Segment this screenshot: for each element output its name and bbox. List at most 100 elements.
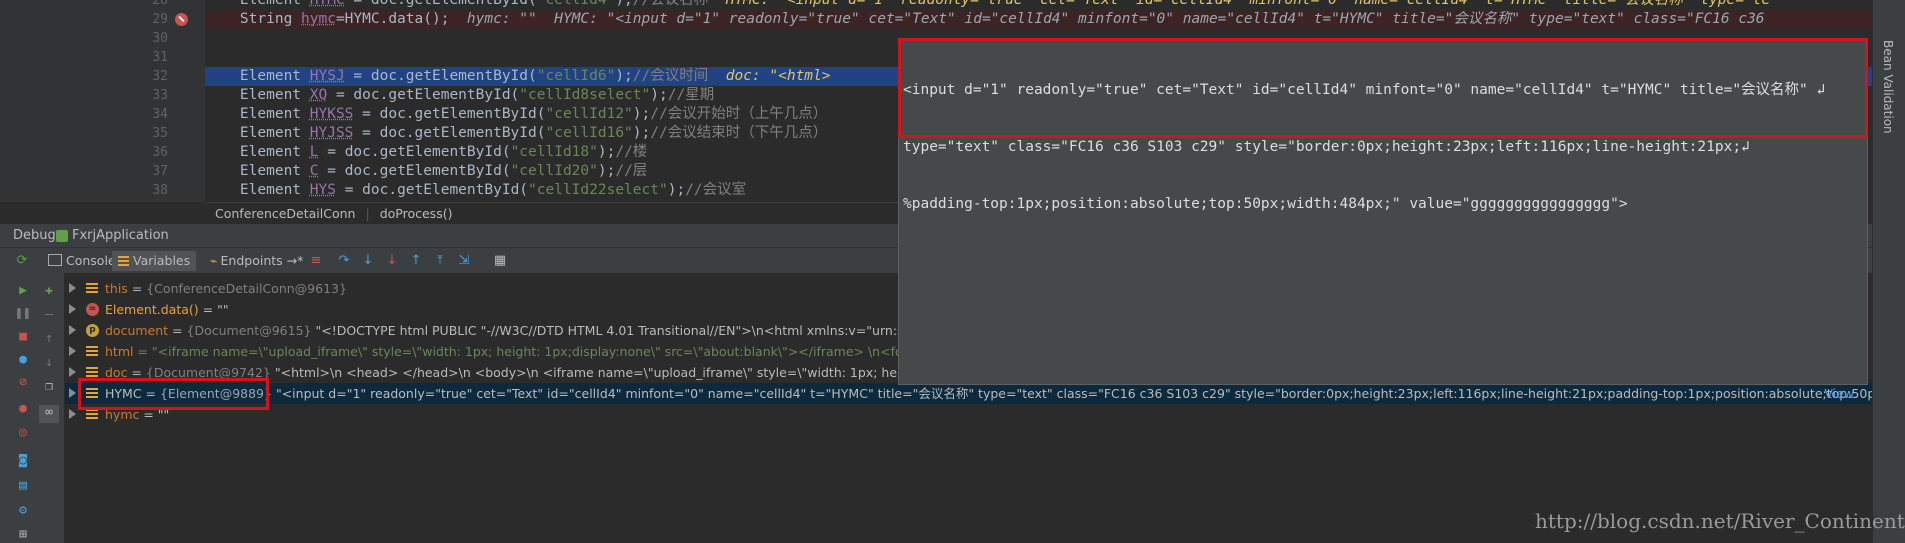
line-number: 32 [152, 69, 168, 84]
code-token: C [309, 163, 319, 179]
endpoints-icon: ⌁ [210, 253, 218, 268]
variable-name: html [105, 344, 134, 359]
run-config-name[interactable]: FxrjApplication [72, 224, 169, 248]
expand-arrow-icon[interactable] [69, 283, 76, 293]
code-token: Element [205, 182, 310, 198]
tab-endpoints[interactable]: ⌁ Endpoints →* [204, 251, 309, 271]
expand-arrow-icon[interactable] [69, 409, 76, 419]
gutter-line[interactable]: 30 [0, 29, 205, 48]
run-to-cursor-icon[interactable]: ⇲ [456, 253, 472, 269]
settings-icon[interactable]: ⚙ [15, 503, 31, 519]
gutter-line[interactable]: 35 [0, 124, 205, 143]
spring-boot-icon [56, 230, 68, 242]
mute-breakpoints-icon[interactable]: ⊘ [15, 375, 31, 391]
code-token: ); [632, 125, 651, 141]
field-icon [86, 346, 98, 357]
value-tooltip-popup: <input d="1" readonly="true" cet="Text" … [898, 38, 1868, 385]
variable-value: = "" [143, 407, 170, 422]
field-icon [86, 409, 98, 420]
code-token: HYMC [309, 0, 345, 8]
step-into-icon[interactable]: ↓ [360, 253, 376, 269]
move-down-icon[interactable]: ↓ [41, 355, 57, 371]
show-watches-icon[interactable]: ∞ [39, 405, 59, 423]
gutter-line[interactable]: 29 [0, 10, 205, 29]
drop-frame-icon[interactable]: ⤒ [432, 253, 448, 269]
code-token: = doc.getElementById( [327, 87, 520, 103]
variable-name: Element.data() [105, 302, 199, 317]
evaluate-expression-icon[interactable]: ▦ [492, 253, 508, 269]
code-token: ); [615, 68, 633, 84]
view-breakpoints-icon[interactable]: ● [15, 352, 31, 368]
move-up-icon[interactable]: ↑ [41, 331, 57, 347]
new-watch-icon[interactable]: ✚ [41, 283, 57, 299]
field-icon [86, 367, 98, 378]
debug-title: Debug [13, 228, 56, 243]
code-token: Element [205, 163, 310, 179]
breakpoint-invalid-icon[interactable] [175, 13, 188, 26]
code-token: "cellId18" [510, 144, 598, 160]
code-token: Element [205, 144, 310, 160]
field-icon [86, 388, 98, 399]
breadcrumb-class[interactable]: ConferenceDetailConn [205, 206, 365, 221]
line-number: 28 [152, 0, 168, 8]
debug-actions-strip: ▶ ❚❚ ■ ● ⊘ ● ◎ ◙ ▤ ⚙ ⊞ ✚ — ↑ ↓ ❐ ∞ [15, 273, 65, 543]
remove-watch-icon[interactable]: — [41, 307, 57, 323]
gutter-line[interactable]: 33 [0, 86, 205, 105]
variable-value: "<!DOCTYPE html PUBLIC "-//W3C//DTD HTML… [315, 323, 970, 338]
expand-arrow-icon[interactable] [69, 304, 76, 314]
stop-icon[interactable]: ■ [15, 329, 31, 345]
expand-arrow-icon[interactable] [69, 367, 76, 377]
variable-name: this [105, 281, 128, 296]
gutter-line[interactable]: 32 [0, 67, 205, 86]
force-step-into-icon[interactable]: ↓ [384, 253, 400, 269]
step-out-icon[interactable]: ↑ [408, 253, 424, 269]
code-token: = doc.getElementById( [353, 106, 546, 122]
gutter-line[interactable]: 38 [0, 181, 205, 200]
code-line[interactable]: Element HYMC = doc.getElementById("cellI… [205, 0, 1872, 10]
view-link[interactable]: View [1824, 383, 1854, 404]
code-line[interactable]: String hymc=HYMC.data(); hymc: "" HYMC: … [205, 10, 1872, 29]
line-number: 33 [152, 88, 168, 103]
gutter-line[interactable]: 28 [0, 0, 205, 10]
pin-icon[interactable]: ⊞ [15, 527, 31, 543]
variable-row[interactable]: hymc = "" [65, 404, 1872, 425]
copy-icon[interactable]: ❐ [41, 379, 57, 395]
expand-arrow-icon[interactable] [69, 346, 76, 356]
variable-name: document [105, 323, 169, 338]
code-token: "cellId12" [545, 106, 633, 122]
expand-arrow-icon[interactable] [69, 388, 76, 398]
inline-debug-value: doc: "<html> [708, 68, 831, 84]
breakpoint-stack-icon[interactable]: ● [15, 401, 31, 417]
editor-gutter[interactable]: 28 29 30 31 32 33 34 35 36 37 38 [0, 0, 205, 202]
code-token: //楼 [615, 144, 648, 160]
tab-variables[interactable]: Variables [112, 251, 197, 271]
variable-type: {Document@9615} [186, 323, 312, 338]
gutter-line[interactable]: 34 [0, 105, 205, 124]
gutter-line[interactable]: 36 [0, 143, 205, 162]
variable-type: {ConferenceDetailConn@9613} [146, 281, 347, 296]
code-token: ); [615, 0, 633, 8]
variable-name: doc [105, 365, 128, 380]
breadcrumb: ConferenceDetailConn | doProcess() [205, 202, 905, 224]
code-token: "cellId6" [536, 68, 616, 84]
code-token: ); [650, 87, 668, 103]
popup-line: type="text" class="FC16 c36 S103 c29" st… [903, 139, 1750, 155]
breadcrumb-method[interactable]: doProcess() [370, 206, 463, 221]
step-over-icon[interactable]: ↷ [336, 253, 352, 269]
mute-icon[interactable]: ◎ [15, 425, 31, 441]
resume-icon[interactable]: ▶ [15, 283, 31, 299]
layout-icon[interactable]: ▤ [15, 478, 31, 494]
bean-validation-tab[interactable]: Bean Validation [1881, 40, 1895, 134]
variable-row[interactable]: HYMC = {Element@9889} "<input d="1" read… [65, 383, 1872, 404]
gutter-line[interactable]: 31 [0, 48, 205, 67]
code-token: ); [667, 182, 686, 198]
show-execution-point-icon[interactable]: ≡ [308, 253, 324, 269]
expand-arrow-icon[interactable] [69, 325, 76, 335]
gutter-line[interactable]: 37 [0, 162, 205, 181]
variable-name: HYMC [105, 386, 142, 401]
line-number: 35 [152, 126, 168, 141]
camera-icon[interactable]: ◙ [15, 453, 31, 469]
tab-console[interactable]: Console [42, 251, 122, 271]
pause-icon[interactable]: ❚❚ [15, 306, 31, 322]
rerun-icon[interactable]: ⟳ [14, 253, 30, 269]
